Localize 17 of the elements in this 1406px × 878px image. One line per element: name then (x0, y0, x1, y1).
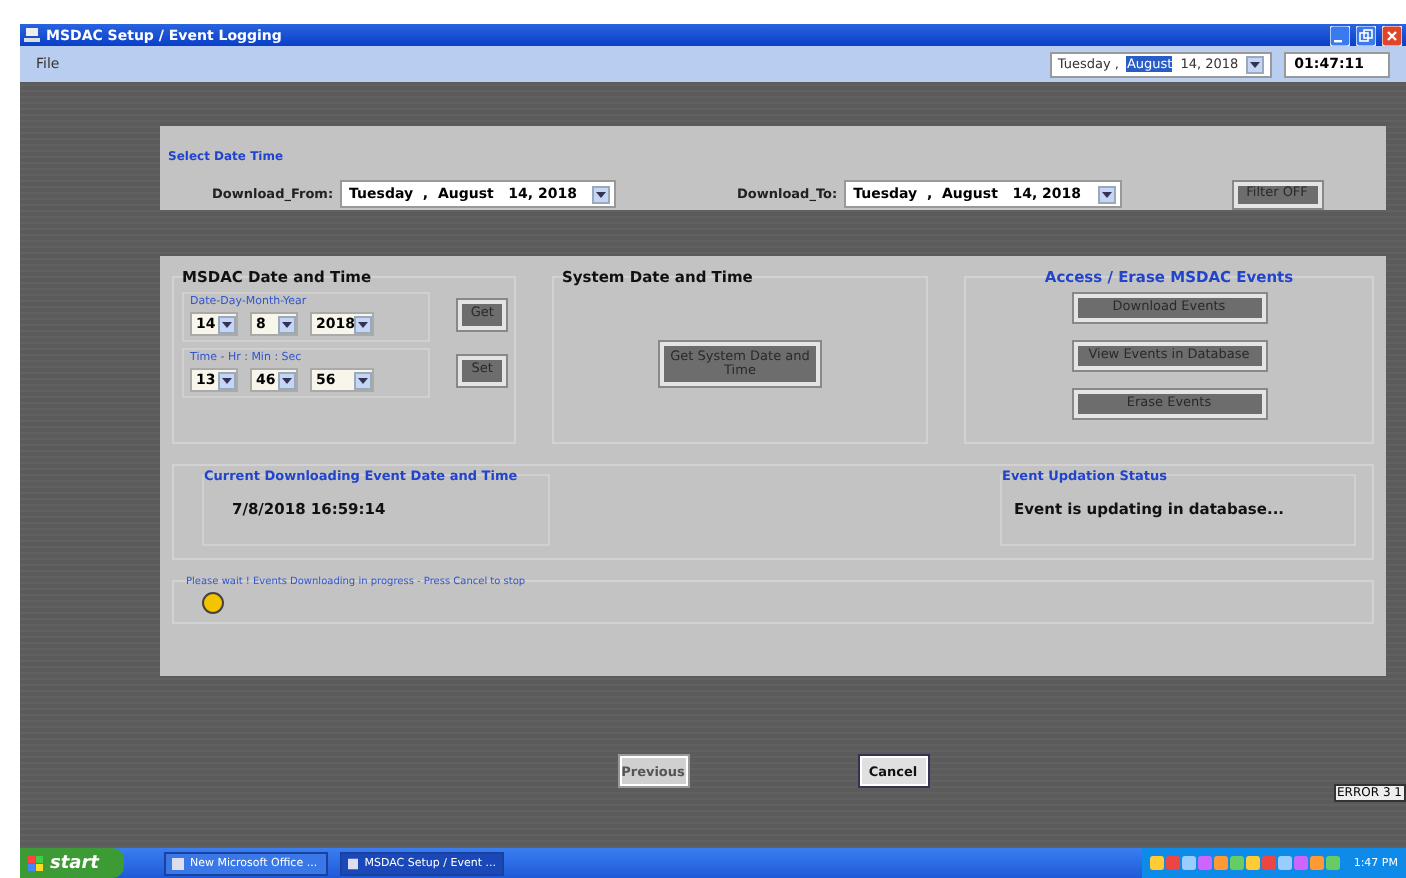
start-button[interactable]: start (20, 848, 124, 878)
dropdown-arrow[interactable] (278, 315, 296, 333)
window-icon (348, 857, 359, 869)
dropdown-arrow[interactable] (1246, 55, 1265, 73)
windows-logo-icon (28, 855, 44, 871)
minimize-icon[interactable] (1330, 25, 1350, 45)
dropdown-arrow[interactable] (278, 371, 296, 389)
restore-icon[interactable] (1356, 25, 1376, 45)
dropdown-arrow[interactable] (354, 315, 372, 333)
dropdown-arrow[interactable] (354, 371, 372, 389)
window-icon (172, 857, 184, 869)
dropdown-arrow[interactable] (218, 315, 236, 333)
dropdown-arrow[interactable] (592, 185, 611, 203)
dropdown-arrow[interactable] (1097, 185, 1116, 203)
close-icon[interactable] (1382, 25, 1402, 45)
computer-icon (24, 28, 40, 42)
dropdown-arrow[interactable] (218, 371, 236, 389)
